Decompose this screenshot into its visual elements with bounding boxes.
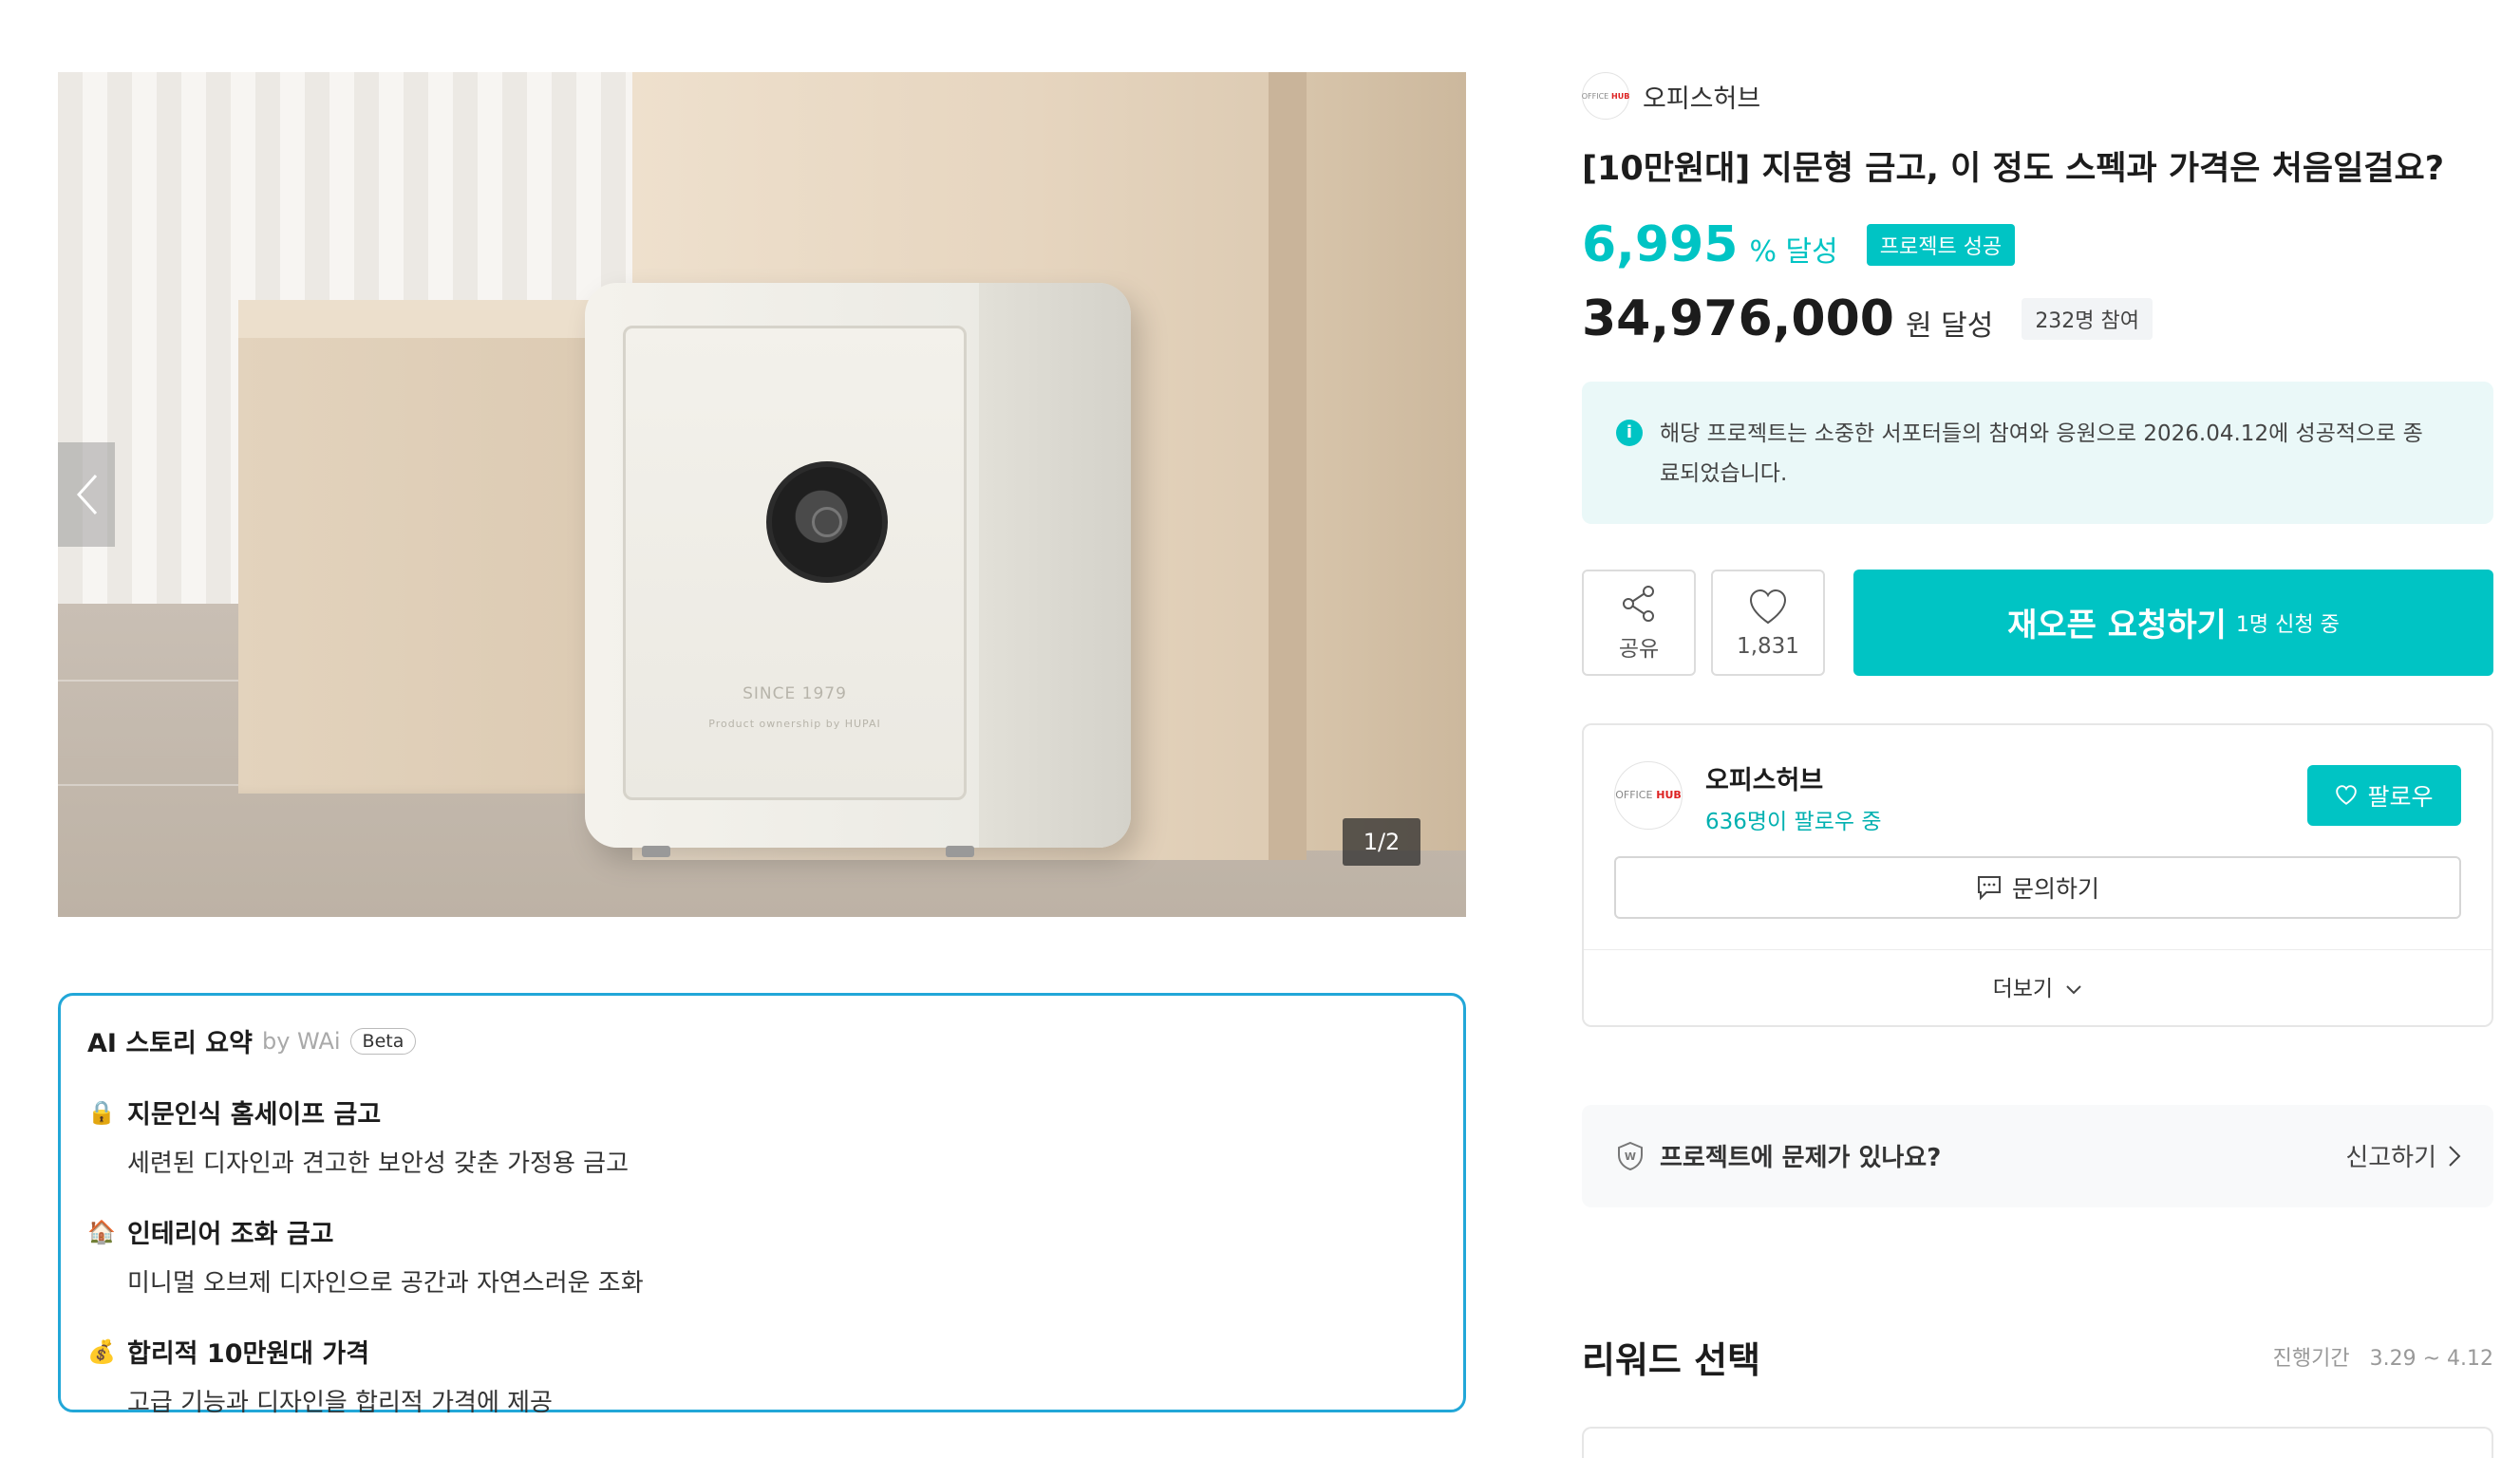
report-section: W 프로젝트에 문제가 있나요? 신고하기 xyxy=(1582,1104,2493,1207)
product-image-gallery[interactable]: SINCE 1979 Product ownership by HUPAI 1/… xyxy=(58,72,1466,917)
reward-period-value: 3.29 ~ 4.12 xyxy=(2369,1347,2493,1371)
like-button[interactable]: 1,831 xyxy=(1711,569,1825,676)
maker-followers: 636명이 팔로우 중 xyxy=(1705,809,1882,834)
ai-summary-item: 🔒 지문인식 홈세이프 금고 세련된 디자인과 견고한 보안성 갖춘 가정용 금… xyxy=(87,1094,1437,1179)
more-button[interactable]: 더보기 xyxy=(1584,970,2492,1002)
reward-header: 리워드 선택 진행기간 3.29 ~ 4.12 xyxy=(1582,1331,2493,1383)
funding-amount: 34,976,000 원 달성 232명 참여 xyxy=(1582,290,2493,347)
reward-period-label: 진행기간 xyxy=(2272,1347,2350,1371)
chat-icon xyxy=(1977,875,2001,900)
share-label: 공유 xyxy=(1618,636,1660,662)
action-bar: 공유 1,831 재오픈 요청하기 1명 신청 중 xyxy=(1582,569,2493,676)
more-label: 더보기 xyxy=(1992,976,2054,1001)
gallery-prev-button[interactable] xyxy=(58,442,115,547)
share-icon xyxy=(1623,585,1654,622)
shield-icon: W xyxy=(1618,1141,1643,1170)
product-image: SINCE 1979 Product ownership by HUPAI xyxy=(58,72,1466,917)
ai-summary-item-title: 인테리어 조화 금고 xyxy=(127,1220,334,1249)
project-ended-notice: i 해당 프로젝트는 소중한 서포터들의 참여와 응원으로 2026.04.12… xyxy=(1582,381,2493,524)
achievement-rate-value: 6,995 xyxy=(1582,215,1739,273)
safe-engraving: SINCE 1979 xyxy=(743,684,847,703)
inquiry-label: 문의하기 xyxy=(2011,874,2099,903)
ai-summary-by: by WAi xyxy=(261,1027,341,1055)
ai-summary-item-desc: 세련된 디자인과 견고한 보안성 갖춘 가정용 금고 xyxy=(127,1150,629,1178)
reopen-count: 1명 신청 중 xyxy=(2235,612,2340,637)
inquiry-button[interactable]: 문의하기 xyxy=(1614,855,2461,919)
status-badge: 프로젝트 성공 xyxy=(1866,223,2016,266)
funding-amount-value: 34,976,000 xyxy=(1582,290,1894,347)
house-icon: 🏠 xyxy=(87,1218,116,1245)
project-title: [10만원대] 지문형 금고, 이 정도 스펙과 가격은 처음일걸요? xyxy=(1582,150,2444,188)
notice-text: 해당 프로젝트는 소중한 서포터들의 참여와 응원으로 2026.04.12에 … xyxy=(1660,421,2423,487)
image-page-indicator: 1/2 xyxy=(1343,818,1420,866)
report-link[interactable]: 신고하기 xyxy=(2345,1138,2461,1173)
safe-illustration: SINCE 1979 Product ownership by HUPAI xyxy=(585,283,1131,857)
lock-icon: 🔒 xyxy=(87,1098,116,1126)
divider xyxy=(1584,948,2492,950)
heart-icon xyxy=(1749,589,1787,624)
project-info-panel: OFFICE HUB 오피스허브 [10만원대] 지문형 금고, 이 정도 스펙… xyxy=(1582,72,2493,1458)
chevron-right-icon xyxy=(2449,1145,2461,1167)
maker-card: OFFICE HUB 오피스허브 636명이 팔로우 중 팔로우 문의하기 더보… xyxy=(1582,722,2493,1027)
share-button[interactable]: 공유 xyxy=(1582,569,1696,676)
ai-story-summary: AI 스토리 요약 by WAi Beta 🔒 지문인식 홈세이프 금고 세련된… xyxy=(58,993,1466,1417)
maker-card-logo: OFFICE HUB xyxy=(1614,760,1683,830)
reward-card[interactable] xyxy=(1582,1426,2493,1458)
ai-summary-item-title: 합리적 10만원대 가격 xyxy=(127,1339,370,1369)
ai-summary-item-desc: 미니멀 오브제 디자인으로 공간과 자연스러운 조화 xyxy=(127,1269,644,1298)
funding-amount-unit: 원 달성 xyxy=(1905,308,1994,343)
beta-badge: Beta xyxy=(349,1027,417,1055)
follow-label: 팔로우 xyxy=(2367,782,2434,811)
safe-engraving-sub: Product ownership by HUPAI xyxy=(708,718,881,730)
info-icon: i xyxy=(1616,419,1643,446)
ai-summary-item-desc: 고급 기능과 디자인을 합리적 가격에 제공 xyxy=(127,1389,553,1417)
maker-link[interactable]: OFFICE HUB 오피스허브 xyxy=(1582,72,2493,120)
reopen-label: 재오픈 요청하기 xyxy=(2007,607,2227,645)
follow-button[interactable]: 팔로우 xyxy=(2307,764,2461,826)
reward-period: 진행기간 3.29 ~ 4.12 xyxy=(2273,1341,2493,1372)
fingerprint-lock-icon xyxy=(766,461,888,583)
like-count: 1,831 xyxy=(1737,633,1799,659)
participants-badge: 232명 참여 xyxy=(2022,297,2153,340)
svg-text:W: W xyxy=(1625,1150,1636,1163)
report-link-label: 신고하기 xyxy=(2345,1144,2436,1172)
reward-title: 리워드 선택 xyxy=(1582,1338,1761,1381)
money-bag-icon: 💰 xyxy=(87,1337,116,1365)
maker-card-name[interactable]: 오피스허브 xyxy=(1705,759,1823,796)
ai-summary-item: 🏠 인테리어 조화 금고 미니멀 오브제 디자인으로 공간과 자연스러운 조화 xyxy=(87,1213,1437,1299)
maker-name[interactable]: 오피스허브 xyxy=(1643,78,1760,115)
reopen-request-button[interactable]: 재오픈 요청하기 1명 신청 중 xyxy=(1853,569,2493,676)
ai-summary-item: 💰 합리적 10만원대 가격 고급 기능과 디자인을 합리적 가격에 제공 xyxy=(87,1333,1437,1418)
report-question: 프로젝트에 문제가 있나요? xyxy=(1660,1144,1942,1172)
chevron-left-icon xyxy=(76,474,98,515)
achievement-rate-unit: % 달성 xyxy=(1749,234,1838,269)
maker-logo: OFFICE HUB xyxy=(1582,72,1629,120)
achievement-rate: 6,995 % 달성 프로젝트 성공 xyxy=(1582,216,2493,273)
heart-icon xyxy=(2336,784,2358,805)
ai-summary-item-title: 지문인식 홈세이프 금고 xyxy=(127,1100,382,1130)
ai-summary-title: AI 스토리 요약 xyxy=(87,1029,253,1058)
chevron-down-icon xyxy=(2066,984,2082,994)
